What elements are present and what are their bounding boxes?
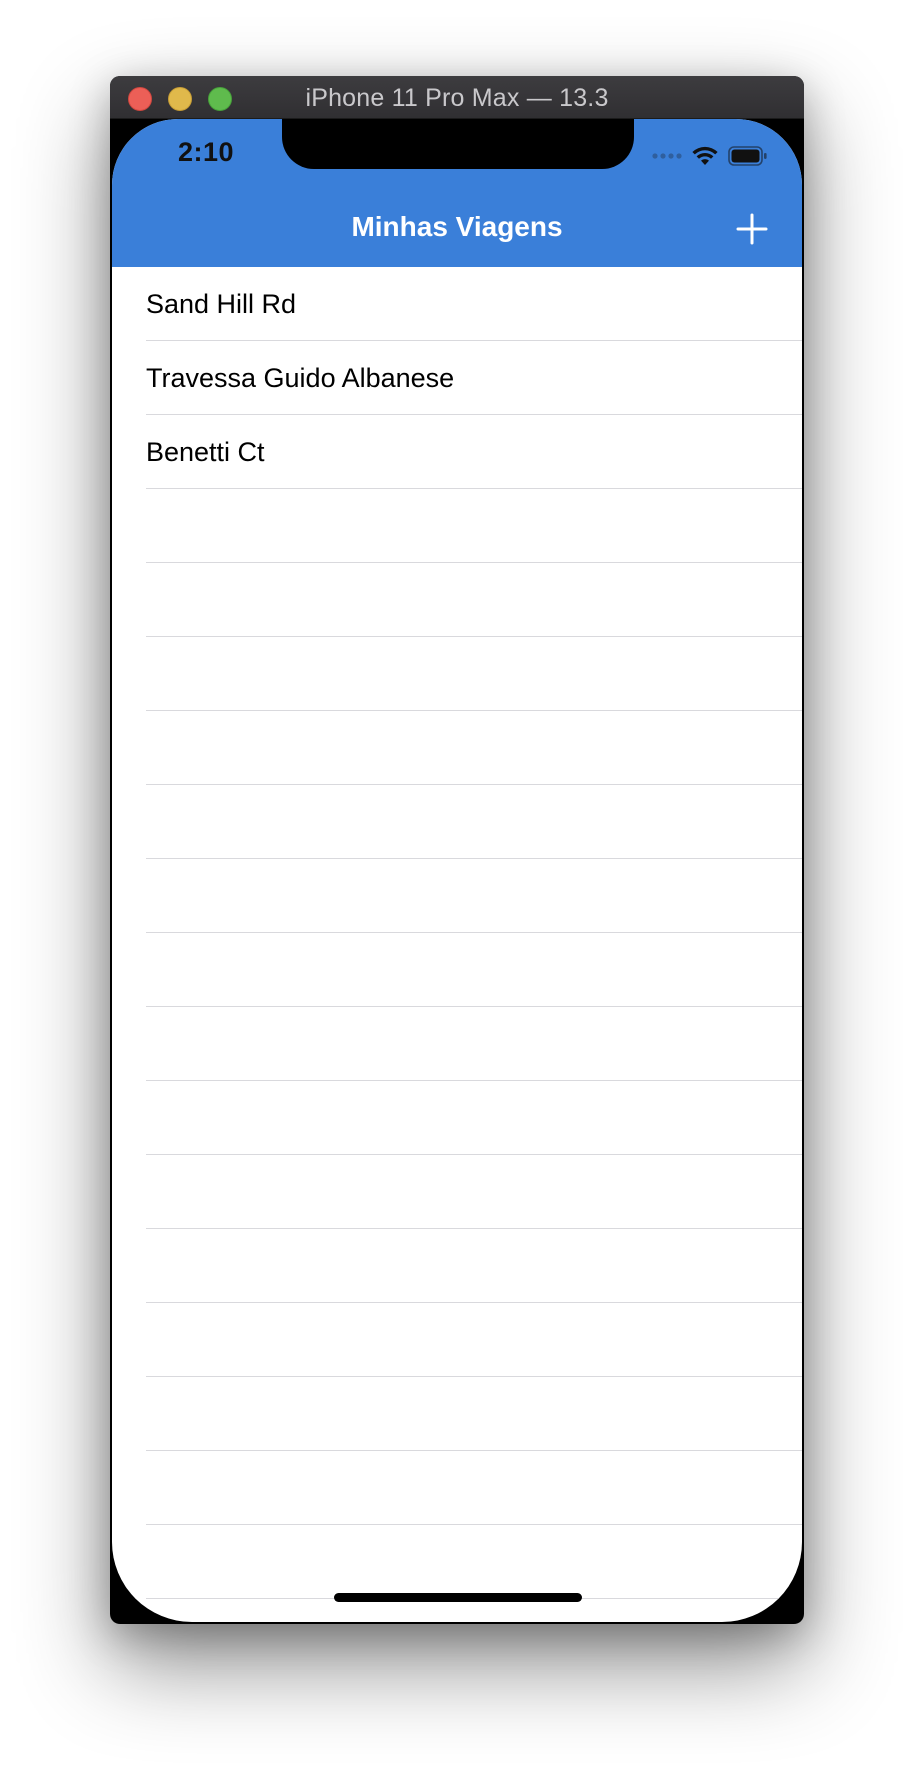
list-item bbox=[112, 933, 802, 1007]
status-time: 2:10 bbox=[178, 137, 235, 167]
plus-icon bbox=[736, 213, 768, 245]
cellular-dots-icon bbox=[652, 153, 682, 159]
home-indicator[interactable] bbox=[334, 1593, 582, 1602]
navigation-bar: 2:10 Minhas Viagens bbox=[112, 119, 802, 267]
list-item bbox=[112, 711, 802, 785]
device-screen: 2:10 Minhas Viagens Sand Hill Rd Travess… bbox=[112, 119, 802, 1622]
simulator-window: iPhone 11 Pro Max — 13.3 2:10 Minhas Via… bbox=[110, 76, 804, 1624]
list-item bbox=[112, 1007, 802, 1081]
window-titlebar[interactable]: iPhone 11 Pro Max — 13.3 bbox=[110, 76, 804, 119]
battery-icon bbox=[728, 146, 767, 166]
list-item bbox=[112, 1155, 802, 1229]
status-icons bbox=[652, 145, 768, 167]
list-item bbox=[112, 785, 802, 859]
window-title: iPhone 11 Pro Max — 13.3 bbox=[305, 84, 609, 112]
list-item bbox=[112, 1451, 802, 1525]
page-title: Minhas Viagens bbox=[351, 211, 563, 242]
list-item bbox=[112, 489, 802, 563]
list-item bbox=[112, 1525, 802, 1599]
list-item-label: Benetti Ct bbox=[146, 437, 265, 467]
list-item bbox=[112, 637, 802, 711]
list-item bbox=[112, 1377, 802, 1451]
list-item bbox=[112, 1081, 802, 1155]
list-item[interactable]: Benetti Ct bbox=[112, 415, 802, 489]
list-item bbox=[112, 859, 802, 933]
list-item bbox=[112, 1599, 802, 1622]
list-item bbox=[112, 563, 802, 637]
list-item[interactable]: Travessa Guido Albanese bbox=[112, 341, 802, 415]
list-item bbox=[112, 1229, 802, 1303]
list-item-label: Sand Hill Rd bbox=[146, 289, 297, 319]
wifi-icon bbox=[692, 146, 718, 165]
list-item[interactable]: Sand Hill Rd bbox=[112, 267, 802, 341]
device-notch bbox=[282, 119, 634, 169]
add-trip-button[interactable] bbox=[736, 213, 768, 245]
list-item bbox=[112, 1303, 802, 1377]
trips-list: Sand Hill Rd Travessa Guido Albanese Ben… bbox=[112, 267, 802, 1622]
list-item-label: Travessa Guido Albanese bbox=[146, 363, 455, 393]
